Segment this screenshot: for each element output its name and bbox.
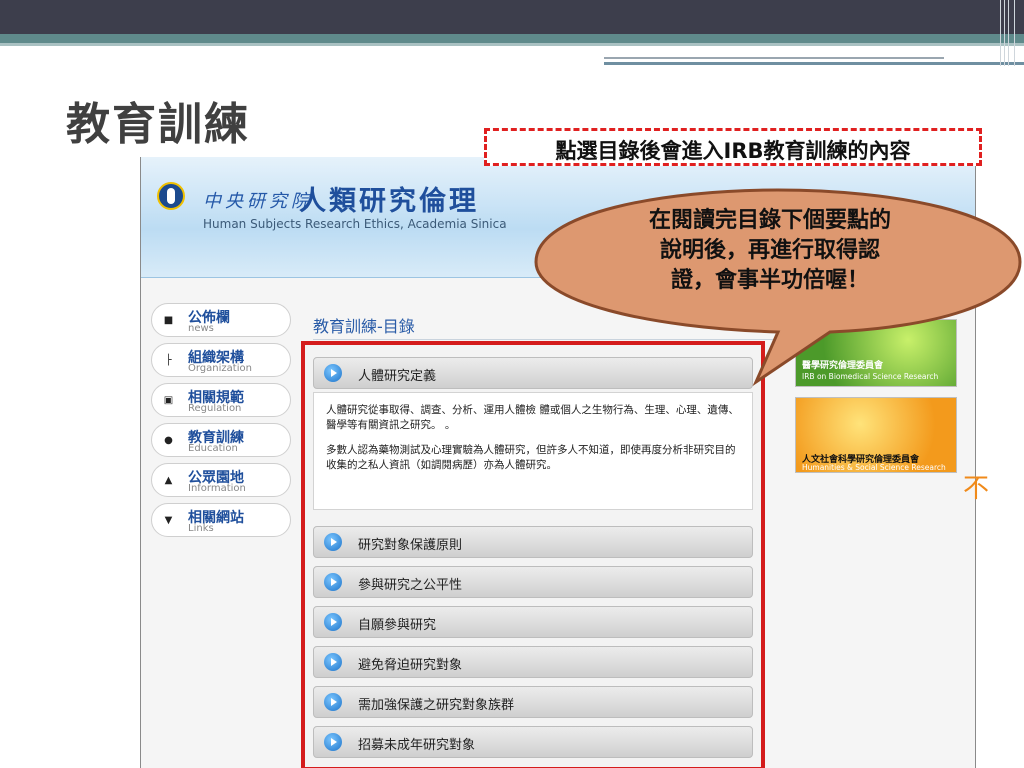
- banner-subtitle: Humanities & Social Science Research: [802, 463, 946, 472]
- sidebar-item-information[interactable]: ▲ 公眾園地 Information: [151, 463, 291, 497]
- speech-bubble-text: 在閱讀完目錄下個要點的 說明後，再進行取得認 證，會事半功倍喔！: [610, 206, 930, 296]
- sidebar-item-news[interactable]: ■ 公佈欄 news: [151, 303, 291, 337]
- accordion-item-label: 研究對象保護原則: [358, 538, 463, 553]
- accordion-item-minor-recruitment[interactable]: 招募未成年研究對象: [313, 726, 753, 758]
- content-paragraph: 人體研究從事取得、調查、分析、運用人體檢 體或個人之生物行為、生理、心理、遺傳、…: [326, 404, 739, 431]
- slide-top-band: [0, 34, 1024, 43]
- sidebar-item-links[interactable]: ▼ 相關網站 Links: [151, 503, 291, 537]
- play-circle-icon: [324, 613, 342, 631]
- accordion-item-label: 避免脅迫研究對象: [358, 658, 463, 673]
- content-paragraph: 多數人認為藥物測試及心理實驗為人體研究，但許多人不知道，即使再度分析非研究目的收…: [326, 444, 736, 471]
- person-icon: ▲: [164, 475, 173, 486]
- slide-top-bar: [0, 0, 1024, 34]
- sidebar-item-sublabel: Organization: [188, 363, 252, 374]
- accordion-item-vulnerable-groups[interactable]: 需加強保護之研究對象族群: [313, 686, 753, 718]
- education-accordion: 人體研究定義 人體研究從事取得、調查、分析、運用人體檢 體或個人之生物行為、生理…: [301, 341, 765, 768]
- speech-bubble-line: 在閱讀完目錄下個要點的: [648, 208, 891, 233]
- slide-title: 教育訓練: [66, 99, 250, 150]
- callout-text: 點選目錄後會進入IRB教育訓練的內容: [555, 139, 911, 163]
- accordion-content: 人體研究從事取得、調查、分析、運用人體檢 體或個人之生物行為、生理、心理、遺傳、…: [313, 392, 753, 510]
- sidebar-item-sublabel: news: [188, 323, 214, 334]
- accordion-item-label: 參與研究之公平性: [358, 578, 463, 593]
- banner-humanities-irb[interactable]: 人文社會科學研究倫理委員會 Humanities & Social Scienc…: [795, 397, 957, 473]
- slide-deco-vertical-lines: [998, 0, 1018, 66]
- accordion-item-fairness[interactable]: 參與研究之公平性: [313, 566, 753, 598]
- slide-deco-line: [604, 62, 1024, 65]
- info-icon: ●: [164, 435, 173, 446]
- accordion-item-label: 自願參與研究: [358, 618, 437, 633]
- play-circle-icon: [324, 533, 342, 551]
- site-title: 人類研究倫理: [299, 186, 479, 217]
- slide-top-band-light: [0, 43, 1024, 46]
- site-subtitle: Human Subjects Research Ethics, Academia…: [203, 217, 507, 231]
- sidebar-item-regulation[interactable]: ▣ 相關規範 Regulation: [151, 383, 291, 417]
- sidebar-item-education[interactable]: ● 教育訓練 Education: [151, 423, 291, 457]
- sidebar-item-sublabel: Links: [188, 523, 214, 534]
- slide-deco-line: [604, 57, 944, 59]
- accordion-item-voluntary-participation[interactable]: 自願參與研究: [313, 606, 753, 638]
- accordion-item-avoid-coercion[interactable]: 避免脅迫研究對象: [313, 646, 753, 678]
- accordion-item-label: 招募未成年研究對象: [358, 738, 476, 753]
- download-icon: ▼: [164, 515, 173, 526]
- site-brand: 中央研究院: [203, 191, 313, 212]
- speech-bubble-line: 說明後，再進行取得認: [659, 238, 880, 263]
- play-circle-icon: [324, 733, 342, 751]
- play-circle-icon: [324, 364, 342, 382]
- speech-bubble-line: 證，會事半功倍喔！: [670, 268, 869, 293]
- accordion-item-label: 人體研究定義: [358, 369, 437, 384]
- play-circle-icon: [324, 653, 342, 671]
- sidebar-item-sublabel: Regulation: [188, 403, 242, 414]
- sidebar-item-sublabel: Information: [188, 483, 246, 494]
- book-icon: ▣: [163, 395, 174, 406]
- sidebar-item-organization[interactable]: ├ 組織架構 Organization: [151, 343, 291, 377]
- callout-box: 點選目錄後會進入IRB教育訓練的內容: [484, 128, 982, 166]
- academia-sinica-logo-icon: [157, 182, 185, 210]
- accordion-item-label: 需加強保護之研究對象族群: [358, 698, 515, 713]
- play-circle-icon: [324, 693, 342, 711]
- page-heading: 教育訓練-目錄: [313, 317, 415, 336]
- sidebar-item-sublabel: Education: [188, 443, 238, 454]
- cropped-orange-text: 不: [963, 474, 990, 504]
- play-circle-icon: [324, 573, 342, 591]
- org-chart-icon: ├: [165, 355, 172, 366]
- speech-icon: ■: [163, 315, 174, 326]
- accordion-item-protection-principles[interactable]: 研究對象保護原則: [313, 526, 753, 558]
- sidebar-nav: ■ 公佈欄 news ├ 組織架構 Organization ▣ 相關規範 Re…: [151, 303, 291, 543]
